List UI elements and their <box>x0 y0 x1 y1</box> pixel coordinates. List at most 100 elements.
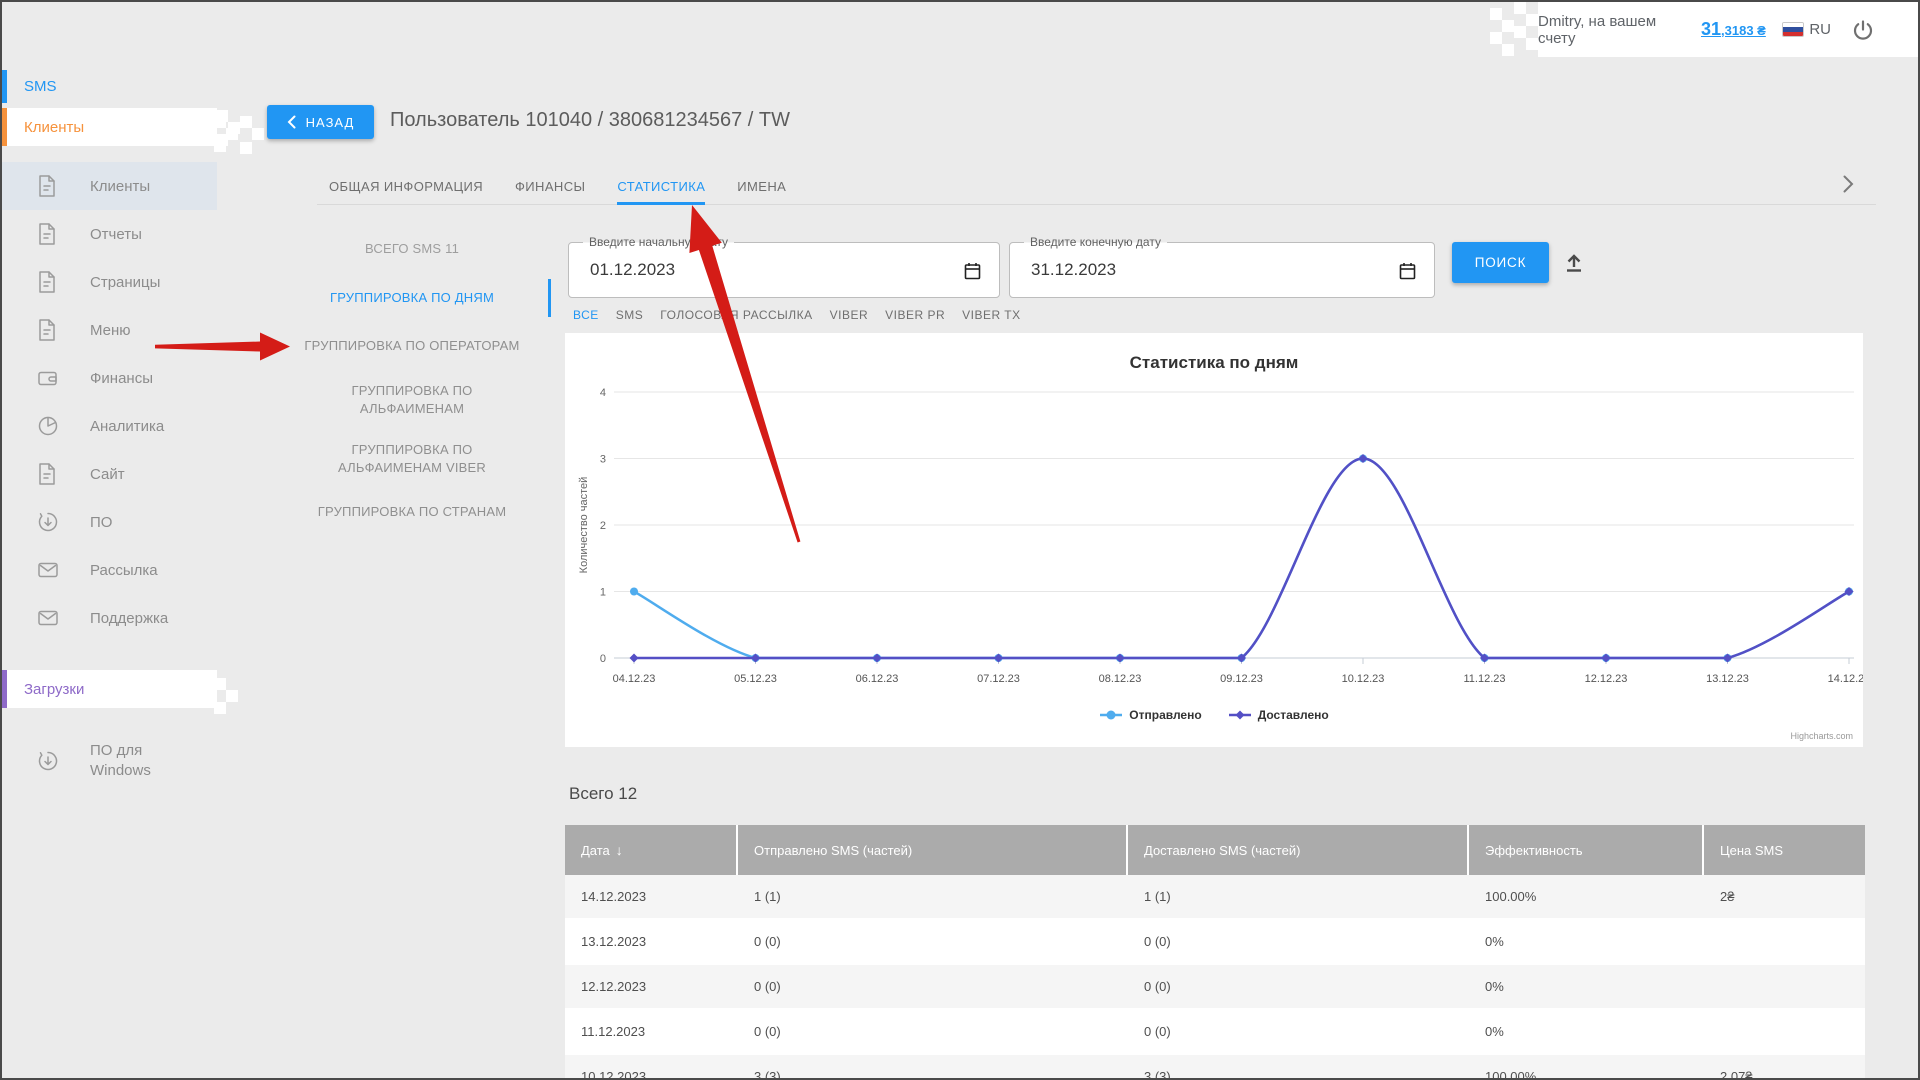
sidebar-section-sms[interactable]: SMS <box>2 70 217 103</box>
table-cell: 0% <box>1469 920 1704 963</box>
wallet-icon <box>36 366 60 390</box>
svg-text:09.12.23: 09.12.23 <box>1220 673 1263 685</box>
channel-tab-4[interactable]: VIBER <box>830 308 869 322</box>
sidebar-item-6[interactable]: Аналитика <box>2 402 217 450</box>
table-cell: 0 (0) <box>738 965 1128 1008</box>
gridlines <box>614 392 1854 658</box>
column-header-3[interactable]: Доставлено SMS (частей) <box>1128 825 1469 875</box>
sidebar-item-label: Рассылка <box>90 562 158 579</box>
table-cell: 3 (3) <box>738 1055 1128 1080</box>
document-icon <box>36 270 60 294</box>
series-delivered-markers <box>630 454 1854 663</box>
sidebar-section-downloads-label: Загрузки <box>24 681 84 698</box>
table-cell <box>1704 1010 1865 1053</box>
date-to-label: Введите конечную дату <box>1024 234 1167 251</box>
column-header-1[interactable]: Дата↓ <box>565 825 738 875</box>
sidebar-item-3[interactable]: Страницы <box>2 258 217 306</box>
svg-text:0: 0 <box>600 653 606 665</box>
legend-item-sent[interactable]: Отправлено <box>1099 708 1201 722</box>
statistics-table: Дата↓Отправлено SMS (частей)Доставлено S… <box>565 825 1865 1080</box>
table-row: 12.12.20230 (0)0 (0)0% <box>565 965 1865 1010</box>
table-cell: 2₴ <box>1704 875 1865 918</box>
date-to-field[interactable]: Введите конечную дату 31.12.2023 <box>1009 242 1435 298</box>
pixel-decoration <box>228 122 240 134</box>
sidebar-section-clients[interactable]: Клиенты <box>2 108 217 146</box>
sidebar-item-9[interactable]: Рассылка <box>2 546 217 594</box>
channel-tab-2[interactable]: SMS <box>616 308 644 322</box>
table-cell: 0% <box>1469 965 1704 1008</box>
pixel-decoration <box>1514 2 1526 14</box>
tab-3[interactable]: СТАТИСТИКА <box>617 167 705 205</box>
export-icon[interactable] <box>1562 251 1586 278</box>
highcharts-credit: Highcharts.com <box>1790 731 1853 741</box>
pixel-decoration <box>1526 14 1538 26</box>
date-from-value[interactable]: 01.12.2023 <box>590 260 675 280</box>
diamond-marker-icon <box>1228 709 1252 721</box>
sidebar-item-1[interactable]: Клиенты <box>2 162 217 210</box>
date-to-value[interactable]: 31.12.2023 <box>1031 260 1116 280</box>
subnav-item-4[interactable]: ГРУППИРОВКА ПО АЛЬФАИМЕНАМ VIBER <box>281 441 543 477</box>
column-header-label: Эффективность <box>1485 843 1583 858</box>
search-button[interactable]: ПОИСК <box>1452 242 1549 283</box>
sidebar-item-8[interactable]: ПО <box>2 498 217 546</box>
legend-item-delivered[interactable]: Доставлено <box>1228 708 1329 722</box>
table-cell: 10.12.2023 <box>565 1055 738 1080</box>
mail-icon <box>36 606 60 630</box>
legend-label: Доставлено <box>1258 708 1329 722</box>
table-row: 13.12.20230 (0)0 (0)0% <box>565 920 1865 965</box>
pixel-decoration <box>1502 44 1514 56</box>
svg-text:3: 3 <box>600 454 606 466</box>
subnav-item-3[interactable]: ГРУППИРОВКА ПО АЛЬФАИМЕНАМ <box>281 382 543 418</box>
svg-text:10.12.23: 10.12.23 <box>1342 673 1385 685</box>
table-cell: 0 (0) <box>1128 920 1469 963</box>
date-from-field[interactable]: Введите начальную дату 01.12.2023 <box>568 242 1000 298</box>
sidebar-item-5[interactable]: Финансы <box>2 354 217 402</box>
svg-text:2: 2 <box>600 520 606 532</box>
table-cell: 0 (0) <box>738 1010 1128 1053</box>
channel-tab-5[interactable]: VIBER PR <box>885 308 945 322</box>
column-header-2[interactable]: Отправлено SMS (частей) <box>738 825 1128 875</box>
table-row: 14.12.20231 (1)1 (1)100.00%2₴ <box>565 875 1865 920</box>
sidebar-item-7[interactable]: Сайт <box>2 450 217 498</box>
ru-flag-icon[interactable] <box>1782 22 1804 37</box>
sidebar-item-10[interactable]: Поддержка <box>2 594 217 642</box>
table-cell: 0 (0) <box>1128 965 1469 1008</box>
subnav-item-1[interactable]: ГРУППИРОВКА ПО ДНЯМ <box>281 289 543 307</box>
series-sent <box>630 455 1853 663</box>
date-from-label: Введите начальную дату <box>583 234 734 251</box>
series-sent-markers <box>630 455 1853 663</box>
calendar-icon[interactable] <box>1399 262 1416 285</box>
sidebar-item-label: Меню <box>90 322 131 339</box>
svg-text:11.12.23: 11.12.23 <box>1463 673 1505 685</box>
subnav-item-5[interactable]: ГРУППИРОВКА ПО СТРАНАМ <box>281 503 543 521</box>
sidebar-section-downloads[interactable]: Загрузки <box>2 670 217 708</box>
channel-tab-1[interactable]: ВСЕ <box>573 308 599 322</box>
chevron-right-icon[interactable] <box>1842 174 1854 199</box>
calendar-icon[interactable] <box>964 262 981 285</box>
pixel-decoration <box>252 128 264 140</box>
table-cell: 0 (0) <box>738 920 1128 963</box>
column-header-5[interactable]: Цена SMS <box>1704 825 1865 875</box>
app-window: Dmitry, на вашем счету 31,3183 ₴ RU SMS … <box>0 0 1920 1080</box>
channel-tab-6[interactable]: VIBER TX <box>962 308 1020 322</box>
balance-link[interactable]: 31,3183 ₴ <box>1701 19 1766 40</box>
statistics-subnav: ВСЕГО SMS 11ГРУППИРОВКА ПО ДНЯМГРУППИРОВ… <box>281 2 543 1080</box>
tab-4[interactable]: ИМЕНА <box>737 167 786 205</box>
chart-panel: Статистика по дням 01234Количество часте… <box>565 333 1863 747</box>
language-label[interactable]: RU <box>1809 21 1831 38</box>
sort-desc-icon[interactable]: ↓ <box>616 842 623 858</box>
sidebar-item-label: Клиенты <box>90 178 150 195</box>
sidebar-item-label: Сайт <box>90 466 125 483</box>
sidebar-item-label: ПО для Windows <box>90 741 166 781</box>
sidebar-item-4[interactable]: Меню <box>2 306 217 354</box>
sidebar-item-po-windows[interactable]: ПО для Windows <box>2 737 217 785</box>
subnav-item-2[interactable]: ГРУППИРОВКА ПО ОПЕРАТОРАМ <box>281 337 543 355</box>
power-icon[interactable] <box>1851 18 1875 42</box>
channel-tab-3[interactable]: ГОЛОСОВАЯ РАССЫЛКА <box>660 308 812 322</box>
downloads-accent-bar <box>2 670 7 708</box>
sidebar-section-sms-label: SMS <box>24 78 57 95</box>
table-cell: 3 (3) <box>1128 1055 1469 1080</box>
document-icon <box>36 462 60 486</box>
sidebar-item-2[interactable]: Отчеты <box>2 210 217 258</box>
column-header-4[interactable]: Эффективность <box>1469 825 1704 875</box>
